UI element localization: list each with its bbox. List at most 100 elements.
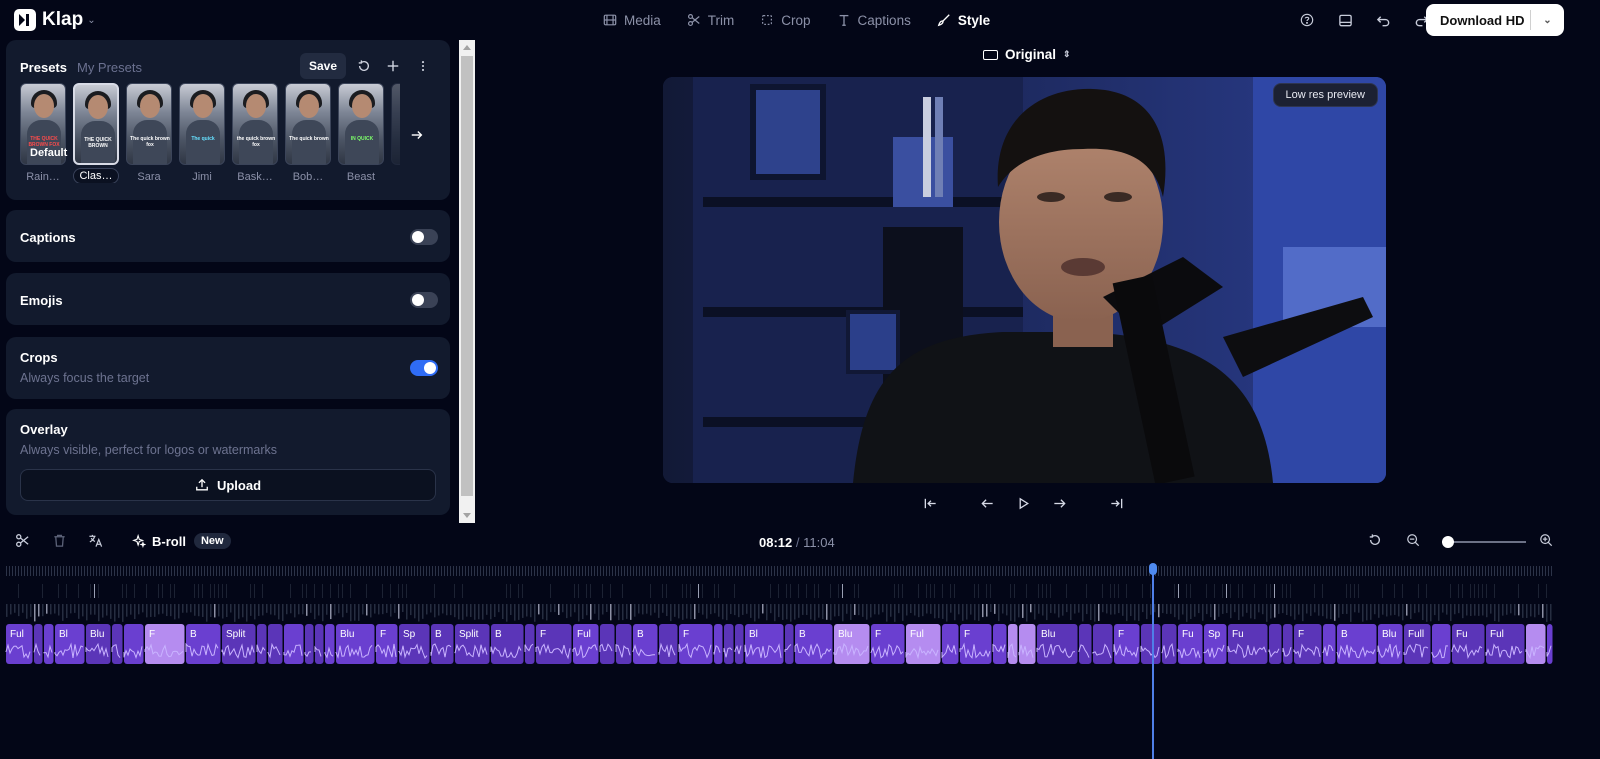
video-preview[interactable]: Low res preview — [663, 77, 1386, 483]
timeline-clip[interactable]: Full — [1403, 624, 1431, 664]
tab-crop[interactable]: Crop — [747, 13, 823, 28]
timeline-clip[interactable] — [1161, 624, 1177, 664]
timeline-clip[interactable]: Sp — [398, 624, 430, 664]
app-logo[interactable]: Klap ⌄ — [14, 9, 96, 31]
zoom-in-icon[interactable] — [1539, 533, 1557, 551]
zoom-out-icon[interactable] — [1406, 533, 1424, 551]
translate-icon[interactable] — [88, 533, 106, 551]
timeline-clip[interactable]: B — [185, 624, 221, 664]
timeline-clip[interactable]: Blu — [833, 624, 870, 664]
timeline-clip[interactable]: Ful — [5, 624, 33, 664]
chevron-down-icon[interactable]: ⌄ — [1531, 15, 1564, 26]
timeline-clip[interactable]: F — [1293, 624, 1322, 664]
timeline-clip[interactable] — [1268, 624, 1282, 664]
timeline-clip[interactable] — [1018, 624, 1036, 664]
scroll-up-icon[interactable] — [463, 45, 471, 50]
zoom-slider-track[interactable] — [1442, 541, 1526, 543]
timeline-clip[interactable]: Fu — [1451, 624, 1485, 664]
timeline-clip[interactable] — [723, 624, 734, 664]
timeline-clip[interactable] — [524, 624, 535, 664]
tab-captions[interactable]: Captions — [824, 13, 924, 28]
tab-media[interactable]: Media — [590, 13, 674, 28]
timeline-clip[interactable]: Split — [454, 624, 490, 664]
timeline-clip[interactable] — [33, 624, 43, 664]
timeline-clip[interactable] — [599, 624, 615, 664]
timeline-clip[interactable] — [256, 624, 267, 664]
timeline-clip[interactable] — [314, 624, 324, 664]
panel-scrollbar[interactable] — [459, 40, 475, 523]
tab-presets[interactable]: Presets — [20, 60, 67, 75]
preset-item-selected[interactable]: THE QUICK BROWN Clas… — [73, 83, 119, 183]
timeline-clip[interactable]: B — [632, 624, 658, 664]
save-preset-button[interactable]: Save — [300, 53, 346, 79]
timeline-clip[interactable] — [1282, 624, 1293, 664]
timeline-clip[interactable] — [324, 624, 335, 664]
arrow-right-icon[interactable] — [410, 128, 428, 146]
timeline-clip[interactable]: Split — [221, 624, 256, 664]
clip-track[interactable]: Ful Bl Blu F B Split Blu F Sp B Split B F Ful B F Bl B Blu… — [5, 624, 1553, 664]
preset-item[interactable]: The quick brown fox Sara — [126, 83, 172, 183]
timeline-clip[interactable] — [283, 624, 304, 664]
timeline-clip[interactable]: B — [430, 624, 454, 664]
undo-icon[interactable] — [1374, 11, 1392, 29]
tab-my-presets[interactable]: My Presets — [77, 60, 142, 75]
timeline-clip[interactable] — [267, 624, 283, 664]
timeline-clip[interactable]: Ful — [572, 624, 599, 664]
timeline-clip[interactable]: Sp — [1203, 624, 1227, 664]
timeline-clip[interactable]: F — [678, 624, 713, 664]
captions-toggle[interactable] — [410, 229, 438, 245]
upload-button[interactable]: Upload — [20, 469, 436, 501]
layout-icon[interactable] — [1336, 11, 1354, 29]
timeline-clip[interactable] — [1322, 624, 1336, 664]
timeline-clip[interactable] — [992, 624, 1007, 664]
emojis-toggle[interactable] — [410, 292, 438, 308]
skip-to-start-icon[interactable] — [923, 496, 941, 514]
preset-item[interactable]: The quick Jimi — [179, 83, 225, 183]
trash-icon[interactable] — [52, 533, 70, 551]
playhead-handle[interactable] — [1148, 563, 1157, 575]
timeline-clip[interactable]: Blu — [1036, 624, 1078, 664]
reset-icon[interactable] — [356, 58, 372, 74]
timeline-clip[interactable]: F — [1113, 624, 1140, 664]
more-vertical-icon[interactable] — [415, 58, 431, 74]
tab-style[interactable]: Style — [924, 13, 1003, 28]
zoom-slider-handle[interactable] — [1442, 536, 1455, 548]
timeline-clip[interactable]: B — [1336, 624, 1377, 664]
timeline-clip[interactable]: F — [870, 624, 905, 664]
preset-item-partial[interactable] — [391, 83, 400, 165]
timeline-clip[interactable] — [713, 624, 723, 664]
timeline-clip[interactable] — [43, 624, 54, 664]
timeline-clip[interactable]: F — [959, 624, 992, 664]
scrollbar-thumb[interactable] — [461, 56, 473, 496]
preset-item[interactable]: THE QUICK BROWN FOX Default Rain… — [20, 83, 67, 183]
playhead[interactable] — [1151, 566, 1154, 759]
timeline-clip[interactable] — [1007, 624, 1018, 664]
timeline-clip[interactable]: Blu — [1377, 624, 1403, 664]
timeline-clip[interactable]: B — [794, 624, 833, 664]
scroll-down-icon[interactable] — [463, 513, 471, 518]
timeline-clip[interactable] — [784, 624, 794, 664]
timeline-clip[interactable] — [615, 624, 632, 664]
aspect-ratio-select[interactable]: Original ⇕ — [983, 47, 1071, 62]
timeline-clip[interactable]: F — [144, 624, 185, 664]
timeline-clip[interactable]: Ful — [1485, 624, 1525, 664]
plus-icon[interactable] — [385, 58, 401, 74]
timeline-clip[interactable]: Bl — [54, 624, 85, 664]
timeline-clip[interactable]: F — [375, 624, 398, 664]
play-icon[interactable] — [1016, 496, 1034, 514]
timeline-clip[interactable]: Bl — [744, 624, 784, 664]
preset-item[interactable]: the quick brown fox Bask… — [232, 83, 278, 183]
tab-trim[interactable]: Trim — [674, 13, 748, 28]
timeline-clip[interactable]: Ful — [905, 624, 941, 664]
timeline-clip[interactable] — [123, 624, 144, 664]
arrow-left-icon[interactable] — [980, 496, 998, 514]
crops-toggle[interactable] — [410, 360, 438, 376]
help-icon[interactable] — [1298, 11, 1316, 29]
timeline-clip[interactable]: Blu — [85, 624, 111, 664]
timeline-clip[interactable]: B — [490, 624, 524, 664]
timeline-clip[interactable]: Fu — [1227, 624, 1268, 664]
timeline-clip[interactable] — [1078, 624, 1092, 664]
timeline-clip[interactable] — [111, 624, 123, 664]
timeline-clip[interactable]: Blu — [335, 624, 375, 664]
split-scissors-icon[interactable] — [15, 533, 33, 551]
